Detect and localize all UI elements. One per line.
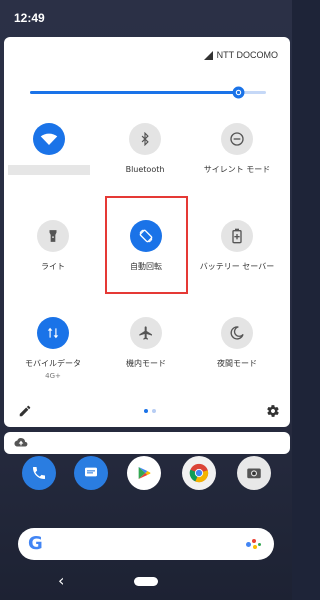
- wifi-icon[interactable]: [33, 123, 65, 155]
- status-bar: 12:49: [0, 0, 292, 34]
- flashlight-icon[interactable]: [37, 220, 69, 252]
- carrier-info: NTT DOCOMO: [203, 50, 278, 60]
- settings-gear-icon[interactable]: [266, 404, 280, 418]
- battery-saver-icon[interactable]: [221, 220, 253, 252]
- tile-battery-saver[interactable]: バッテリー セーバー: [192, 220, 282, 300]
- cloud-upload-icon: [14, 438, 28, 447]
- phone-app-icon[interactable]: [22, 456, 56, 490]
- tile-wifi[interactable]: [4, 123, 94, 203]
- tile-mobile-data[interactable]: モバイルデータ 4G+: [8, 317, 98, 397]
- tile-label-mobile-data: モバイルデータ: [25, 359, 81, 368]
- brightness-thumb-icon[interactable]: [232, 86, 245, 99]
- tile-flashlight[interactable]: ライト: [8, 220, 98, 300]
- google-logo-icon: G: [28, 533, 43, 554]
- page-indicator: [144, 409, 160, 414]
- messages-app-icon[interactable]: [74, 456, 108, 490]
- tile-bluetooth[interactable]: Bluetooth: [100, 123, 190, 203]
- tile-label-bluetooth: Bluetooth: [125, 165, 165, 174]
- mobile-data-icon[interactable]: [37, 317, 69, 349]
- page-dot-active: [144, 409, 148, 413]
- google-search-bar[interactable]: G: [18, 528, 274, 560]
- play-store-app-icon[interactable]: [127, 456, 161, 490]
- wifi-network-name-redacted: [8, 165, 90, 175]
- tile-label-battery-saver: バッテリー セーバー: [199, 262, 275, 271]
- tile-night-mode[interactable]: 夜間モード: [192, 317, 282, 397]
- tile-label-do-not-disturb: サイレント モード: [203, 165, 271, 174]
- tile-sublabel-mobile-data: 4G+: [45, 372, 61, 380]
- tile-label-flashlight: ライト: [41, 262, 65, 271]
- back-nav-icon[interactable]: ‹: [58, 572, 64, 590]
- highlight-box-auto-rotate: [105, 196, 188, 294]
- notification-card[interactable]: [4, 432, 290, 454]
- bluetooth-icon[interactable]: [129, 123, 161, 155]
- brightness-fill: [30, 91, 238, 94]
- tile-do-not-disturb[interactable]: サイレント モード: [192, 123, 282, 203]
- signal-icon: [203, 50, 213, 60]
- tile-airplane-mode[interactable]: 機内モード: [101, 317, 191, 397]
- chrome-app-icon[interactable]: [182, 456, 216, 490]
- airplane-icon[interactable]: [130, 317, 162, 349]
- edit-pencil-icon[interactable]: [18, 404, 32, 418]
- night-mode-icon[interactable]: [221, 317, 253, 349]
- do-not-disturb-icon[interactable]: [221, 123, 253, 155]
- camera-app-icon[interactable]: [237, 456, 271, 490]
- assistant-icon[interactable]: [246, 538, 262, 550]
- status-time: 12:49: [14, 11, 45, 25]
- carrier-name: NTT DOCOMO: [216, 50, 278, 60]
- brightness-slider[interactable]: [30, 86, 266, 99]
- tile-label-airplane-mode: 機内モード: [126, 359, 166, 368]
- tile-label-night-mode: 夜間モード: [217, 359, 257, 368]
- home-nav-pill[interactable]: [134, 577, 158, 586]
- app-dock: [0, 456, 292, 490]
- page-dot: [152, 409, 156, 413]
